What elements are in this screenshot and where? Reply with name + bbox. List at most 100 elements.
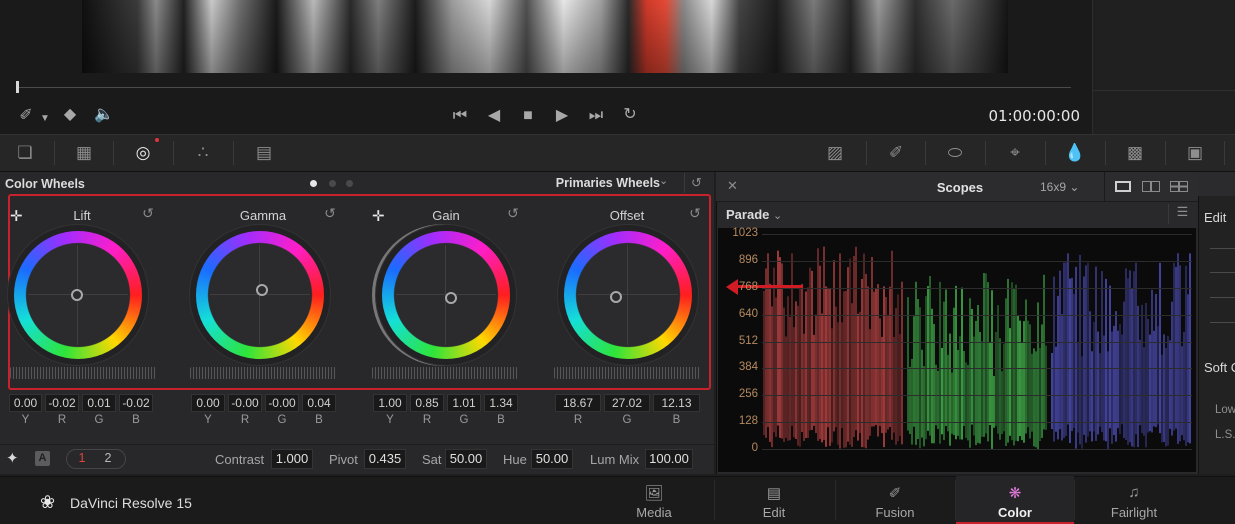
scope-tick-label: 1023	[732, 227, 758, 239]
low-label: Low	[1215, 404, 1235, 416]
reset-icon[interactable]: ↺	[685, 205, 705, 222]
scope-gridline	[762, 422, 1192, 424]
window-icon[interactable]: ⬭	[941, 134, 969, 172]
quad-view-icon[interactable]	[1170, 181, 1188, 192]
layers-icon[interactable]: ◆	[60, 106, 80, 124]
nav-tab-media[interactable]: 🖼 Media	[595, 476, 713, 524]
nav-label: Edit	[762, 505, 786, 520]
qualifier-icon[interactable]: ✐	[882, 134, 910, 172]
hue-input[interactable]: 50.00	[531, 449, 573, 469]
rgb-mixer-icon[interactable]: ∴	[189, 134, 217, 172]
offset-g-value[interactable]: 27.02	[604, 394, 650, 412]
contrast-input[interactable]: 1.000	[271, 449, 313, 469]
gain-wheel[interactable]	[382, 231, 510, 359]
reset-all-icon[interactable]: ↺	[684, 173, 708, 193]
gamma-y-value[interactable]: 0.00	[191, 394, 225, 412]
page-dot[interactable]	[346, 180, 353, 187]
gamma-g-value[interactable]: -0.00	[265, 394, 299, 412]
chevron-down-icon[interactable]: ▼	[38, 110, 52, 128]
gain-y-value[interactable]: 1.00	[373, 394, 407, 412]
lift-b-value[interactable]: -0.02	[119, 394, 153, 412]
channel-label: R	[57, 414, 67, 426]
scope-gridline	[762, 449, 1192, 450]
pivot-input[interactable]: 0.435	[364, 449, 406, 469]
gamma-master-slider[interactable]	[190, 367, 336, 379]
lift-y-value[interactable]: 0.00	[9, 394, 42, 412]
stop-icon[interactable]: ■	[517, 107, 539, 125]
nav-tab-fusion[interactable]: ✐ Fusion	[836, 476, 954, 524]
lift-wheel[interactable]	[14, 231, 142, 359]
lift-g-value[interactable]: 0.01	[82, 394, 116, 412]
scope-gridline	[762, 260, 1192, 262]
tracker-icon[interactable]: ⌖	[1001, 134, 1029, 172]
step-back-icon[interactable]: ◀	[483, 107, 505, 125]
offset-master-slider[interactable]	[554, 367, 700, 379]
sat-input[interactable]: 50.00	[445, 449, 487, 469]
color-wheels-icon[interactable]: ◎	[129, 134, 157, 172]
scopes-title: Scopes	[936, 180, 984, 195]
gamma-b-value[interactable]: 0.04	[302, 394, 336, 412]
page-2-tab[interactable]: 2	[97, 451, 119, 465]
scope-tick-label: 768	[738, 280, 758, 293]
skip-back-icon[interactable]: ⏮	[448, 107, 472, 125]
auto-button[interactable]: A	[35, 451, 50, 466]
volume-icon[interactable]: 🔈	[92, 106, 116, 124]
loop-icon[interactable]: ↻	[618, 106, 642, 124]
gamma-wheel[interactable]	[196, 231, 324, 359]
reset-icon[interactable]: ↺	[138, 205, 158, 222]
wheel-label-lift: Lift	[73, 208, 91, 223]
nav-tab-color[interactable]: ❋ Color	[956, 476, 1074, 524]
auto-balance-icon[interactable]: ✦	[6, 449, 19, 467]
gain-g-value[interactable]: 1.01	[447, 394, 481, 412]
lift-r-value[interactable]: -0.02	[45, 394, 79, 412]
app-title: DaVinci Resolve 15	[70, 495, 192, 511]
offset-knob[interactable]	[610, 291, 622, 303]
gamma-knob[interactable]	[256, 284, 268, 296]
selection-grid-icon[interactable]: ▦	[70, 134, 98, 172]
offset-r-value[interactable]: 18.67	[555, 394, 601, 412]
aspect-dropdown[interactable]: 16x9 ⌄	[1040, 180, 1079, 194]
skip-forward-icon[interactable]: ⏭	[584, 107, 608, 125]
page-1-tab[interactable]: 1	[71, 451, 93, 465]
play-icon[interactable]: ▶	[551, 107, 573, 125]
lift-knob[interactable]	[71, 289, 83, 301]
nav-tab-edit[interactable]: ▤ Edit	[715, 476, 833, 524]
lum-mix-input[interactable]: 100.00	[645, 449, 693, 469]
gain-r-value[interactable]: 0.85	[410, 394, 444, 412]
chevron-down-icon[interactable]: ⌄	[659, 174, 673, 187]
gain-master-slider[interactable]	[372, 367, 518, 379]
dual-view-icon[interactable]	[1142, 181, 1160, 192]
playhead[interactable]	[16, 81, 19, 93]
page-dot[interactable]	[329, 180, 336, 187]
scope-gridline	[762, 395, 1192, 397]
curves-icon[interactable]: ▨	[821, 134, 849, 172]
scrubber-track[interactable]	[17, 87, 1071, 88]
scope-settings-icon[interactable]: ☰	[1168, 204, 1196, 224]
offset-wheel[interactable]	[564, 231, 692, 359]
gamma-r-value[interactable]: -0.00	[228, 394, 262, 412]
offset-b-value[interactable]: 12.13	[653, 394, 700, 412]
key-icon[interactable]: ▩	[1121, 134, 1149, 172]
wheels-mode-dropdown[interactable]: Primaries Wheels	[530, 176, 660, 190]
sizing-icon[interactable]: ▣	[1181, 134, 1209, 172]
sat-label: Sat	[422, 452, 442, 467]
3d-lut-icon[interactable]: ❏	[11, 134, 39, 172]
close-icon[interactable]: ✕	[727, 178, 738, 194]
eyedropper-icon[interactable]: ✐	[16, 107, 36, 125]
scope-gridline	[762, 341, 1192, 343]
lift-master-slider[interactable]	[10, 367, 156, 379]
scope-type-value: Parade	[726, 207, 770, 222]
gain-knob[interactable]	[445, 292, 457, 304]
gain-b-value[interactable]: 1.34	[484, 394, 518, 412]
reset-icon[interactable]: ↺	[503, 205, 523, 222]
parade-waveform	[763, 246, 1191, 449]
scope-type-dropdown[interactable]: Parade ⌄	[726, 207, 782, 222]
blur-icon[interactable]: 💧	[1061, 134, 1089, 172]
scope-tick-label: 640	[738, 307, 758, 320]
motion-effects-icon[interactable]: ▤	[250, 134, 278, 172]
page-dot-active[interactable]	[310, 180, 317, 187]
nav-tab-fairlight[interactable]: ♫ Fairlight	[1075, 476, 1193, 524]
reset-icon[interactable]: ↺	[320, 205, 340, 222]
video-frame[interactable]	[82, 0, 1008, 73]
single-view-icon[interactable]	[1115, 181, 1131, 192]
